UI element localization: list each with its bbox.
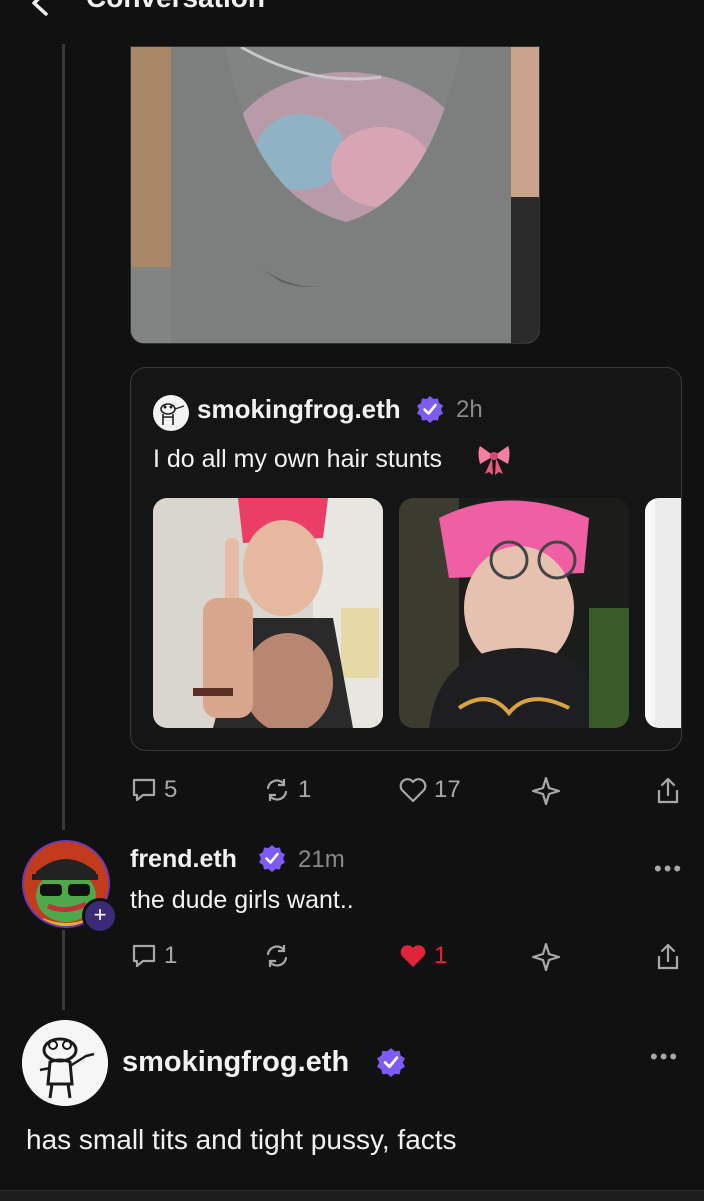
reply-button[interactable]: 1 <box>130 942 177 970</box>
cast-text: the dude girls want.. <box>130 886 354 914</box>
timestamp: 2h <box>456 396 483 423</box>
reply-count: 5 <box>164 776 178 803</box>
heart-icon <box>399 778 427 803</box>
author-name[interactable]: smokingfrog.eth <box>122 1046 349 1079</box>
composer-bar[interactable] <box>0 1190 704 1201</box>
sparkle-icon <box>531 776 561 806</box>
comment-icon <box>132 944 156 968</box>
avatar[interactable] <box>153 395 189 431</box>
like-button[interactable]: 17 <box>398 776 461 804</box>
verified-icon <box>376 1047 406 1077</box>
sparkle-icon <box>531 942 561 972</box>
share-icon <box>657 777 679 804</box>
thread-line <box>62 44 65 830</box>
like-count: 1 <box>434 942 448 969</box>
timestamp: 21m <box>298 846 345 873</box>
reply-count: 1 <box>164 942 178 969</box>
more-options-button[interactable]: ••• <box>650 1044 679 1070</box>
verified-icon <box>258 844 286 872</box>
star-button[interactable] <box>530 776 562 806</box>
page-title: Conversation <box>86 0 265 14</box>
thread-line <box>62 930 65 1010</box>
cast-text: I do all my own hair stunts <box>153 445 443 473</box>
recast-count: 1 <box>298 776 312 803</box>
reply-actions: 1 1 <box>130 942 682 982</box>
share-button[interactable] <box>654 942 682 972</box>
like-count: 17 <box>434 776 461 803</box>
recast-icon <box>266 945 288 967</box>
cast-text: has small tits and tight pussy, facts <box>26 1124 457 1155</box>
author-name[interactable]: smokingfrog.eth <box>197 394 401 425</box>
heart-filled-icon <box>400 945 426 967</box>
author-name[interactable]: frend.eth <box>130 845 237 874</box>
reply-button[interactable]: 5 <box>130 776 177 804</box>
post-image[interactable] <box>130 46 540 344</box>
star-button[interactable] <box>530 942 562 972</box>
cast-image[interactable] <box>153 498 383 728</box>
back-icon[interactable] <box>28 0 54 21</box>
share-button[interactable] <box>654 776 682 806</box>
cast-actions: 5 1 17 <box>130 776 682 816</box>
share-icon <box>657 943 679 970</box>
recast-icon <box>266 779 288 801</box>
ribbon-emoji-icon <box>476 442 512 481</box>
quoted-cast[interactable]: smokingfrog.eth 2h I do all my own hair … <box>130 367 682 751</box>
more-options-button[interactable]: ••• <box>654 856 683 882</box>
cast-image[interactable] <box>399 498 629 728</box>
recast-button[interactable] <box>262 942 292 970</box>
comment-icon <box>132 778 156 802</box>
avatar[interactable] <box>22 1020 108 1106</box>
cast-image[interactable] <box>645 498 681 728</box>
like-button[interactable]: 1 <box>398 942 447 970</box>
recast-button[interactable]: 1 <box>262 776 311 804</box>
follow-button[interactable]: + <box>82 898 118 934</box>
verified-icon <box>416 395 444 423</box>
header: Conversation <box>0 0 704 28</box>
